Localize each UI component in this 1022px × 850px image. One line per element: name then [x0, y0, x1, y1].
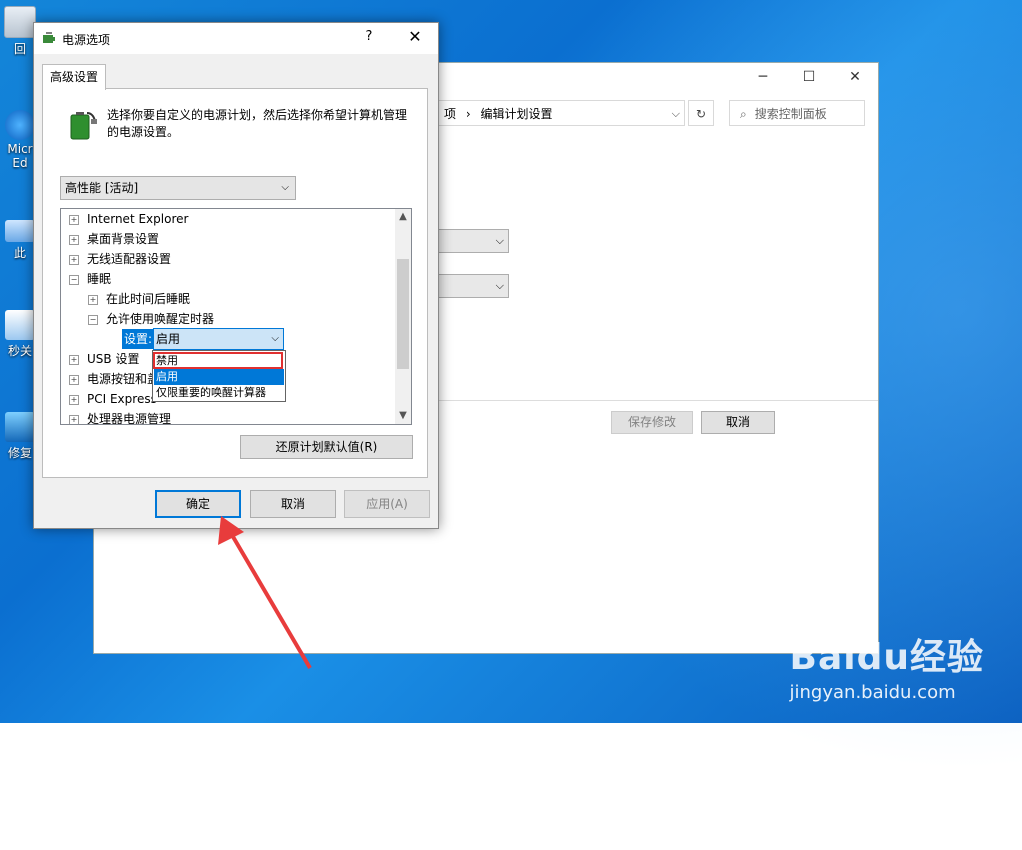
highlight-box: [153, 352, 283, 369]
desktop-icon-label: 回: [13, 42, 26, 56]
setting-select-1[interactable]: ⌵: [437, 229, 509, 253]
tree-item[interactable]: + 桌面背景设置: [69, 229, 159, 249]
desktop-icon-label: 修复: [7, 446, 32, 460]
tree-item-label: Internet Explorer: [87, 212, 189, 226]
desktop-icon-label: Micr Ed: [7, 142, 33, 170]
scroll-down-icon[interactable]: ▼: [395, 408, 411, 424]
power-options-icon: [43, 32, 55, 43]
expand-icon[interactable]: +: [69, 374, 79, 385]
ok-button[interactable]: 确定: [155, 490, 241, 518]
app-icon: [5, 310, 35, 340]
search-icon: ⌕: [740, 107, 747, 121]
expand-icon[interactable]: +: [69, 414, 79, 424]
close-button[interactable]: ✕: [832, 63, 878, 91]
tree-item[interactable]: + 无线适配器设置: [69, 249, 171, 269]
chevron-down-icon: ⌵: [495, 279, 504, 292]
advanced-settings-panel: 选择你要自定义的电源计划，然后选择你希望计算机管理的电源设置。 高性能 [活动]…: [42, 88, 428, 478]
collapse-icon[interactable]: −: [88, 314, 98, 325]
tree-scrollbar[interactable]: ▲ ▼: [395, 209, 411, 424]
tree-item-label: 电源按钮和盖: [87, 372, 160, 386]
setting-value: 启用: [156, 332, 181, 346]
expand-icon[interactable]: +: [88, 294, 98, 305]
help-button[interactable]: ?: [356, 29, 382, 44]
plan-description: 选择你要自定义的电源计划，然后选择你希望计算机管理的电源设置。: [107, 108, 408, 139]
divider: [437, 400, 878, 401]
tree-item-label: 允许使用唤醒定时器: [106, 312, 215, 326]
tree-item[interactable]: + USB 设置: [69, 349, 139, 369]
option-enable[interactable]: 启用: [154, 369, 284, 385]
tree-item[interactable]: + 处理器电源管理: [69, 409, 172, 425]
tree-item[interactable]: + 电源按钮和盖: [69, 369, 159, 389]
tree-item-label: PCI Express: [87, 392, 157, 406]
tree-item[interactable]: − 允许使用唤醒定时器: [88, 309, 214, 329]
cancel-button[interactable]: 取消: [250, 490, 336, 518]
cancel-button[interactable]: 取消: [701, 411, 775, 434]
scroll-thumb[interactable]: [397, 259, 409, 369]
restore-defaults-button[interactable]: 还原计划默认值(R): [240, 435, 413, 459]
tree-item-label: 睡眠: [87, 272, 112, 286]
tree-item[interactable]: + PCI Express: [69, 389, 157, 409]
tree-item[interactable]: + 在此时间后睡眠: [88, 289, 190, 309]
wake-timer-setting-select[interactable]: 启用 ⌵: [153, 328, 284, 350]
tree-item-label: 无线适配器设置: [87, 252, 172, 266]
refresh-button[interactable]: ↻: [688, 100, 714, 126]
close-button[interactable]: ✕: [402, 27, 428, 46]
search-placeholder: 搜索控制面板: [754, 107, 827, 121]
chevron-down-icon: ⌵: [271, 333, 279, 344]
power-options-dialog: 电源选项 ? ✕ 高级设置 选择你要自定义的电源计划，然后选择你希望计算机管理的…: [33, 22, 439, 529]
baidu-watermark: Baidu经验 jingyan.baidu.com: [790, 628, 984, 703]
minimize-button[interactable]: ─: [740, 63, 786, 91]
power-plan-value: 高性能 [活动]: [65, 181, 139, 195]
scroll-up-icon[interactable]: ▲: [395, 209, 411, 225]
save-button[interactable]: 保存修改: [611, 411, 693, 434]
tab-advanced-settings[interactable]: 高级设置: [42, 64, 106, 90]
computer-icon: [5, 220, 35, 242]
window-controls: ─ ☐ ✕: [740, 63, 878, 91]
refresh-icon: ↻: [695, 107, 707, 121]
expand-icon[interactable]: +: [69, 394, 79, 405]
desktop-icon-label: 此: [13, 246, 26, 260]
collapse-icon[interactable]: −: [69, 274, 79, 285]
watermark-url: jingyan.baidu.com: [789, 682, 956, 703]
expand-icon[interactable]: +: [69, 254, 79, 265]
dialog-title: 电源选项: [62, 33, 111, 47]
expand-icon[interactable]: +: [69, 214, 79, 225]
setting-dropdown-list[interactable]: 禁用 启用 仅限重要的唤醒计算器: [152, 350, 286, 402]
settings-tree[interactable]: + Internet Explorer + 桌面背景设置 + 无线适配器设置 − 睡眠 …: [60, 208, 412, 425]
tree-item-label: USB 设置: [87, 352, 140, 366]
edge-icon: [5, 110, 35, 140]
repair-icon: [5, 412, 35, 442]
address-bar[interactable]: 项 › 编辑计划设置 ⌵: [437, 100, 685, 126]
option-important-only[interactable]: 仅限重要的唤醒计算器: [154, 385, 284, 401]
chevron-down-icon: ⌵: [281, 182, 289, 193]
breadcrumb-current[interactable]: 编辑计划设置: [480, 107, 552, 121]
chevron-down-icon: ⌵: [495, 234, 504, 247]
expand-icon[interactable]: +: [69, 234, 79, 245]
maximize-button[interactable]: ☐: [786, 63, 832, 91]
search-input[interactable]: ⌕ 搜索控制面板: [729, 100, 865, 126]
tree-item-label: 桌面背景设置: [87, 232, 160, 246]
expand-icon[interactable]: +: [69, 354, 79, 365]
tree-item-label: 处理器电源管理: [87, 412, 172, 425]
setting-label: 设置:: [122, 329, 155, 349]
tree-item[interactable]: + Internet Explorer: [69, 209, 188, 229]
dialog-title-bar: 电源选项 ? ✕: [34, 23, 438, 54]
desktop-icon-label: 秒关: [7, 344, 32, 358]
apply-button[interactable]: 应用(A): [344, 490, 430, 518]
tree-item[interactable]: − 睡眠: [69, 269, 111, 289]
chevron-down-icon[interactable]: ⌵: [672, 101, 680, 127]
breadcrumb-separator: ›: [465, 107, 471, 121]
tree-item-label: 在此时间后睡眠: [106, 292, 191, 306]
setting-select-2[interactable]: ⌵: [437, 274, 509, 298]
power-plan-select[interactable]: 高性能 [活动] ⌵: [60, 176, 296, 200]
recycle-bin-icon: [4, 6, 36, 38]
battery-plug-icon: [70, 112, 97, 140]
watermark-brand: Baidu经验: [789, 637, 984, 678]
breadcrumb-prefix: 项: [444, 107, 457, 121]
